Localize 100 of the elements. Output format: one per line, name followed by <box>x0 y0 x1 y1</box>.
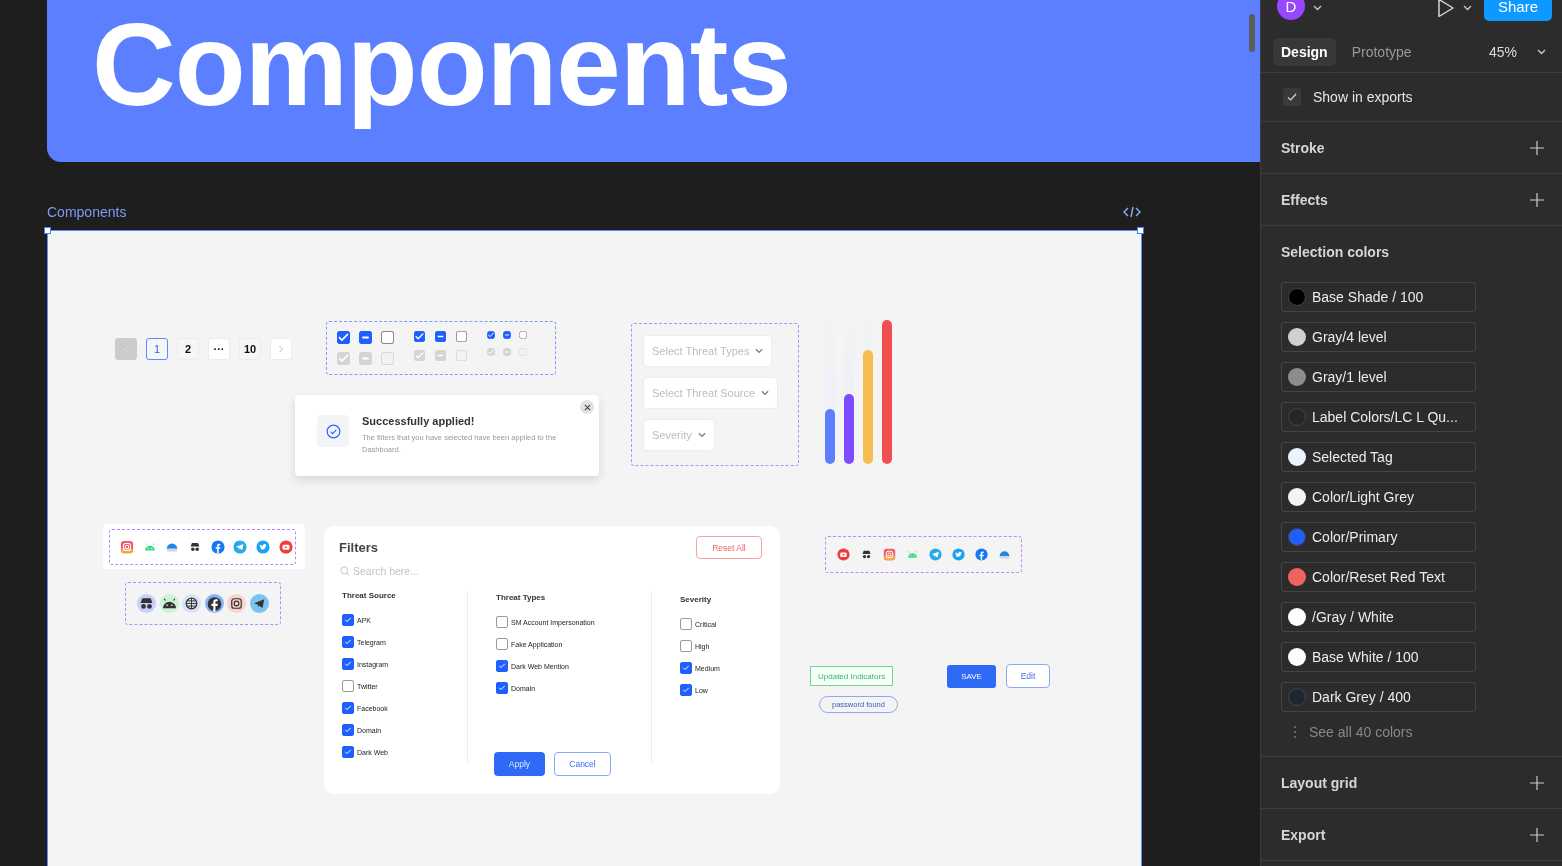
chevron-down-icon <box>761 390 770 396</box>
save-button[interactable]: SAVE <box>947 665 996 688</box>
indeterminate-checkbox[interactable] <box>435 331 446 342</box>
facebook-icon <box>204 594 224 613</box>
search-field[interactable]: Search here... <box>353 565 493 577</box>
color-name: /Gray / White <box>1312 609 1394 625</box>
page-button[interactable]: 10 <box>239 338 261 360</box>
panel-tab[interactable]: Prototype <box>1343 38 1420 66</box>
checkbox[interactable] <box>342 702 354 714</box>
plus-icon[interactable] <box>1530 827 1544 842</box>
checkbox[interactable] <box>496 638 508 650</box>
color-style-row[interactable]: Color/Reset Red Text <box>1281 562 1476 592</box>
robot-icon <box>906 548 919 561</box>
close-button[interactable] <box>580 400 594 414</box>
empty-checkbox[interactable] <box>381 331 394 344</box>
color-name: Label Colors/LC L Qu... <box>1312 409 1458 425</box>
checkbox[interactable] <box>342 680 354 692</box>
play-button-icon <box>278 540 293 554</box>
checkbox[interactable] <box>680 662 692 674</box>
camera-icon <box>120 540 134 554</box>
color-name: Color/Reset Red Text <box>1312 569 1445 585</box>
checkbox[interactable] <box>342 746 354 758</box>
empty-checkbox[interactable] <box>519 331 527 339</box>
filter-group-heading: Threat Types <box>496 593 547 603</box>
checkbox[interactable] <box>342 724 354 736</box>
robot-icon <box>142 540 157 554</box>
color-name: Base Shade / 100 <box>1312 289 1424 305</box>
color-style-row[interactable]: Base White / 100 <box>1281 642 1476 672</box>
camera-icon <box>227 594 246 613</box>
color-style-row[interactable]: Color/Light Grey <box>1281 482 1476 512</box>
color-style-row[interactable]: Selected Tag <box>1281 442 1476 472</box>
page-button[interactable]: 2 <box>177 338 199 360</box>
plus-icon[interactable] <box>1530 140 1544 155</box>
resize-handle[interactable] <box>1137 227 1144 234</box>
section-title: Effects <box>1281 191 1328 208</box>
cancel-button[interactable]: Cancel <box>554 752 611 776</box>
checked-checkbox[interactable] <box>337 331 350 344</box>
user-avatar[interactable]: D <box>1277 0 1305 20</box>
page-button[interactable]: ··· <box>208 338 230 360</box>
checkbox[interactable] <box>680 618 692 630</box>
color-style-row[interactable]: Color/Primary <box>1281 522 1476 552</box>
empty-checkbox[interactable] <box>456 331 467 342</box>
checked-checkbox[interactable] <box>487 331 495 339</box>
check-icon <box>498 662 506 670</box>
play-icon[interactable] <box>1437 0 1455 18</box>
close-icon <box>583 403 591 411</box>
panel-tab[interactable]: Design <box>1273 38 1336 66</box>
section-title: Stroke <box>1281 139 1325 156</box>
color-style-row[interactable]: /Gray / White <box>1281 602 1476 632</box>
play-button-icon <box>837 548 850 561</box>
color-style-row[interactable]: Gray/4 level <box>1281 322 1476 352</box>
plus-icon[interactable] <box>1530 775 1544 790</box>
checkbox[interactable] <box>496 660 508 672</box>
check-circle-icon <box>325 423 341 439</box>
indeterminate-checkbox[interactable] <box>503 331 511 339</box>
frame-label[interactable]: Components <box>47 204 127 220</box>
checkbox[interactable] <box>496 682 508 694</box>
edit-button[interactable]: Edit <box>1006 664 1050 688</box>
bird-icon <box>256 540 271 554</box>
apply-button[interactable]: Apply <box>494 752 545 776</box>
check-icon <box>344 660 352 668</box>
section-title: Selection colors <box>1281 243 1391 262</box>
globe-icon <box>182 594 201 613</box>
check-icon <box>682 686 690 694</box>
checkbox[interactable] <box>1283 88 1301 106</box>
caret-icon[interactable] <box>1537 49 1546 55</box>
paper-plane-icon <box>929 548 942 561</box>
check-icon <box>344 704 352 712</box>
checkbox[interactable] <box>680 640 692 652</box>
color-style-row[interactable]: Base Shade / 100 <box>1281 282 1476 312</box>
color-style-row[interactable]: Gray/1 level <box>1281 362 1476 392</box>
code-icon[interactable] <box>1123 206 1141 218</box>
color-name: Color/Primary <box>1312 529 1398 545</box>
caret-icon[interactable] <box>1313 5 1322 11</box>
color-style-row[interactable]: Label Colors/LC L Qu... <box>1281 402 1476 432</box>
checkbox[interactable] <box>496 616 508 628</box>
color-name: Gray/4 level <box>1312 329 1387 345</box>
checkbox[interactable] <box>342 614 354 626</box>
indeterminate-checkbox[interactable] <box>359 331 372 344</box>
color-name: Base White / 100 <box>1312 649 1419 665</box>
plus-icon[interactable] <box>1530 192 1544 207</box>
checked-checkbox[interactable] <box>414 331 425 342</box>
filter-group-heading: Severity <box>680 595 713 605</box>
color-style-row[interactable]: Dark Grey / 400 <box>1281 682 1476 712</box>
filter-group-heading: Threat Source <box>342 591 397 601</box>
checkbox[interactable] <box>342 636 354 648</box>
color-name: Gray/1 level <box>1312 369 1387 385</box>
facebook-icon <box>975 548 988 561</box>
caret-icon[interactable] <box>1463 5 1472 11</box>
chevron-down-icon <box>697 432 706 438</box>
scrollbar[interactable] <box>1249 14 1255 52</box>
checkbox[interactable] <box>680 684 692 696</box>
facebook-icon <box>210 540 225 554</box>
checkbox[interactable] <box>342 658 354 670</box>
see-all-colors-link[interactable]: See all 40 colors <box>1309 724 1413 740</box>
resize-handle[interactable] <box>44 227 51 234</box>
paper-plane-icon <box>249 594 269 613</box>
globe-icon <box>998 548 1011 561</box>
page-button[interactable]: 1 <box>146 338 168 360</box>
zoom-level[interactable]: 45% <box>1488 44 1517 60</box>
